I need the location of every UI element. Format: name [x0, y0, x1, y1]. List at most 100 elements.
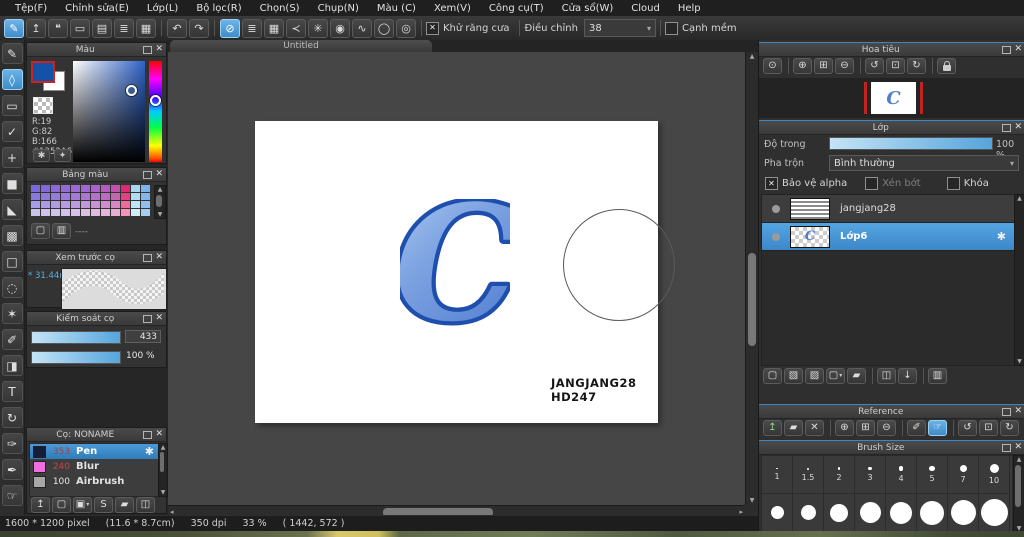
- popout-icon[interactable]: [143, 315, 152, 323]
- merge-down-icon[interactable]: ↓: [898, 368, 917, 384]
- palette-swatch[interactable]: [41, 201, 50, 208]
- palette-swatch[interactable]: [141, 193, 150, 200]
- brush-list-scrollbar[interactable]: ▲ ▼: [158, 443, 168, 497]
- brush-size-cell[interactable]: [855, 494, 886, 532]
- color-history-icon[interactable]: ✦: [54, 149, 71, 162]
- snap-parallel-icon[interactable]: ≣: [242, 19, 262, 38]
- undo-icon[interactable]: ↶: [167, 19, 187, 38]
- list-icon[interactable]: ≣: [114, 19, 134, 38]
- palette-swatch[interactable]: [101, 201, 110, 208]
- eraser-tool[interactable]: ◊: [2, 69, 23, 90]
- hue-slider[interactable]: [149, 61, 162, 162]
- brush-size-cell[interactable]: 4: [886, 456, 917, 494]
- palette-swatch[interactable]: [31, 193, 40, 200]
- zoom-out-icon[interactable]: ⊖: [877, 420, 896, 436]
- canvas-vertical-scrollbar[interactable]: ▲ ▼: [745, 52, 758, 505]
- brush-size-cell[interactable]: 2: [824, 456, 855, 494]
- palette-swatch[interactable]: [141, 201, 150, 208]
- close-icon[interactable]: ✕: [155, 170, 163, 179]
- snap-off-icon[interactable]: ⊘: [220, 19, 240, 38]
- menu-item-11[interactable]: Help: [669, 3, 710, 14]
- palette-swatch[interactable]: [111, 209, 120, 216]
- brush-size-cell[interactable]: [917, 494, 948, 532]
- palette-swatch[interactable]: [91, 193, 100, 200]
- gear-icon[interactable]: ✱: [997, 231, 1006, 242]
- loupe-icon[interactable]: ⊙: [763, 58, 782, 74]
- palette-swatch[interactable]: [91, 209, 100, 216]
- foreground-color-swatch[interactable]: [31, 61, 55, 83]
- gear-icon[interactable]: ✱: [145, 446, 154, 457]
- layer-list-scrollbar[interactable]: ▲ ▼: [1014, 194, 1024, 366]
- color-panel-header[interactable]: Màu ✕: [27, 43, 166, 57]
- palette-swatch[interactable]: [71, 201, 80, 208]
- brush-size-value[interactable]: 433: [125, 330, 161, 343]
- snap-radial-icon[interactable]: ✳: [308, 19, 328, 38]
- pen-tool[interactable]: ✒: [2, 459, 23, 480]
- palette-swatch[interactable]: [31, 201, 40, 208]
- move-tool[interactable]: +: [2, 147, 23, 168]
- brush-size-header[interactable]: Brush Size ✕: [759, 440, 1024, 455]
- palette-swatch[interactable]: [51, 201, 60, 208]
- text-tool[interactable]: T: [2, 381, 23, 402]
- palette-swatch[interactable]: [71, 193, 80, 200]
- shape-brush-tool[interactable]: ▭: [2, 95, 23, 116]
- eyedropper-tool[interactable]: ✑: [2, 433, 23, 454]
- brush-size-cell[interactable]: [948, 494, 979, 532]
- menu-item-7[interactable]: Xem(V): [425, 3, 480, 14]
- palette-swatch[interactable]: [51, 185, 60, 192]
- scroll-down-icon[interactable]: ▼: [159, 489, 167, 496]
- menu-item-5[interactable]: Chụp(N): [309, 3, 368, 14]
- soft-edge-checkbox[interactable]: [665, 22, 678, 35]
- save-brush-icon[interactable]: ▣▾: [73, 497, 92, 513]
- brush-mode-icon[interactable]: ✎: [4, 19, 24, 38]
- palette-swatch[interactable]: [101, 209, 110, 216]
- palette-swatch[interactable]: [81, 193, 90, 200]
- menu-item-0[interactable]: Tệp(F): [6, 3, 56, 14]
- brush-size-cell[interactable]: [979, 494, 1010, 532]
- palette-swatch[interactable]: [61, 201, 70, 208]
- palette-swatch[interactable]: [61, 193, 70, 200]
- brush-size-cell[interactable]: 5: [917, 456, 948, 494]
- brush-preview-header[interactable]: Xem trước cọ ✕: [27, 251, 166, 265]
- popout-icon[interactable]: [1002, 444, 1011, 452]
- rotate-right-icon[interactable]: ↻: [907, 58, 926, 74]
- rotate-left-icon[interactable]: ↺: [958, 420, 977, 436]
- scroll-thumb[interactable]: [160, 452, 164, 472]
- snap-vanishing-icon[interactable]: ≺: [286, 19, 306, 38]
- rotate-right-icon[interactable]: ↻: [1000, 420, 1019, 436]
- reset-rotation-icon[interactable]: ⊡: [979, 420, 998, 436]
- navigator-preview[interactable]: C: [759, 78, 1024, 118]
- layer-visibility-dot[interactable]: [772, 205, 780, 213]
- popout-icon[interactable]: [1002, 124, 1011, 132]
- brush-size-cell[interactable]: [824, 494, 855, 532]
- sv-picker-marker[interactable]: [126, 85, 137, 96]
- lasso-tool[interactable]: ◌: [2, 277, 23, 298]
- palette-swatch[interactable]: [71, 185, 80, 192]
- reference-header[interactable]: Reference ✕: [759, 404, 1024, 419]
- duplicate-brush-icon[interactable]: ◫: [136, 497, 155, 513]
- palette-swatch[interactable]: [81, 209, 90, 216]
- eyedropper-icon[interactable]: ✐: [907, 420, 926, 436]
- popout-icon[interactable]: [143, 171, 152, 179]
- document-tab[interactable]: Untitled: [170, 40, 432, 52]
- delete-color-icon[interactable]: ▥: [52, 223, 71, 239]
- menu-item-6[interactable]: Màu (C): [368, 3, 425, 14]
- palette-swatch[interactable]: [41, 185, 50, 192]
- brush-size-cell[interactable]: 1.5: [793, 456, 824, 494]
- close-icon[interactable]: ✕: [155, 314, 163, 323]
- rotate-left-icon[interactable]: ↺: [865, 58, 884, 74]
- hand-tool[interactable]: ☞: [2, 485, 23, 506]
- cloud-upload-icon[interactable]: ↥: [763, 420, 782, 436]
- palette-swatch[interactable]: [121, 209, 130, 216]
- brush-size-cell[interactable]: [762, 494, 793, 532]
- add-color-icon[interactable]: ▢: [31, 223, 50, 239]
- palette-swatch[interactable]: [31, 209, 40, 216]
- palette-swatch[interactable]: [111, 201, 120, 208]
- scroll-down-icon[interactable]: ▼: [155, 211, 165, 218]
- blend-mode-dropdown[interactable]: Bình thường ▾: [829, 155, 1019, 171]
- zoom-out-icon[interactable]: ⊖: [835, 58, 854, 74]
- snap-circle-icon[interactable]: ◉: [330, 19, 350, 38]
- transparent-color-swatch[interactable]: [33, 97, 53, 114]
- brush-folder-icon[interactable]: ▰: [115, 497, 134, 513]
- navigator-thumbnail[interactable]: C: [871, 82, 916, 114]
